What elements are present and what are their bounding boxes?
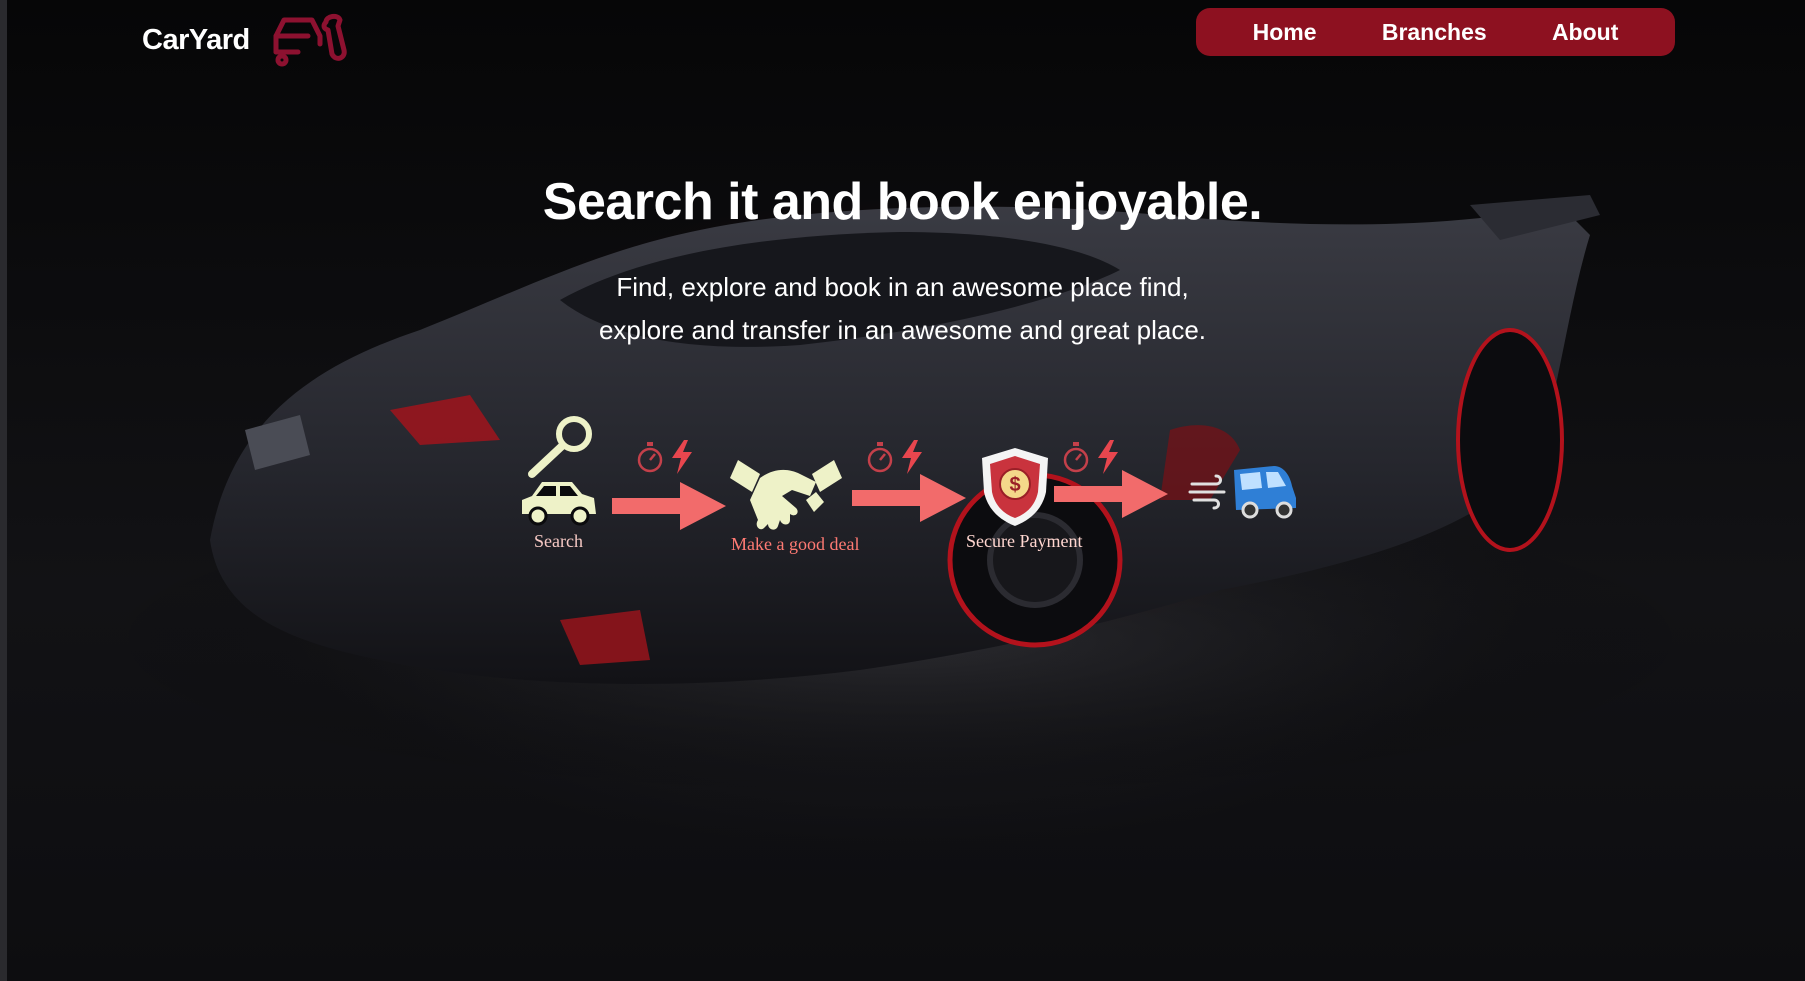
car-wrench-icon — [273, 13, 347, 67]
handshake-icon — [730, 460, 842, 530]
car-search-icon — [522, 416, 596, 526]
page: CarYard Home Branches About Search it an… — [0, 0, 1805, 981]
hero-subtitle-line-2: explore and transfer in an awesome and g… — [598, 315, 1207, 345]
arrow-right-icon — [852, 474, 966, 522]
arrow-right-icon — [1054, 470, 1168, 518]
secure-payment-shield-icon: $ — [982, 448, 1048, 526]
brand-name: CarYard — [142, 23, 250, 56]
lightning-icon — [672, 440, 692, 474]
arrow-right-icon — [612, 482, 726, 530]
nav-branches[interactable]: Branches — [1382, 19, 1487, 46]
step-label-make-a-good-deal: Make a good deal — [731, 534, 860, 554]
lightning-icon — [902, 440, 922, 474]
nav-home[interactable]: Home — [1253, 19, 1317, 46]
step-label-secure-payment: Secure Payment — [966, 531, 1083, 551]
brand[interactable]: CarYard — [142, 12, 352, 68]
hero-subtitle-line-1: Find, explore and book in an awesome pla… — [616, 272, 1189, 302]
stopwatch-icon — [867, 442, 893, 473]
nav-about[interactable]: About — [1552, 19, 1618, 46]
svg-text:$: $ — [1009, 474, 1020, 496]
step-label-search: Search — [534, 531, 583, 551]
hero-title: Search it and book enjoyable. — [542, 173, 1263, 231]
stopwatch-icon — [637, 442, 663, 473]
delivery-car-icon — [1188, 466, 1296, 519]
main-nav: Home Branches About — [1196, 8, 1675, 56]
hero-subtitle: Find, explore and book in an awesome pla… — [0, 266, 1805, 352]
